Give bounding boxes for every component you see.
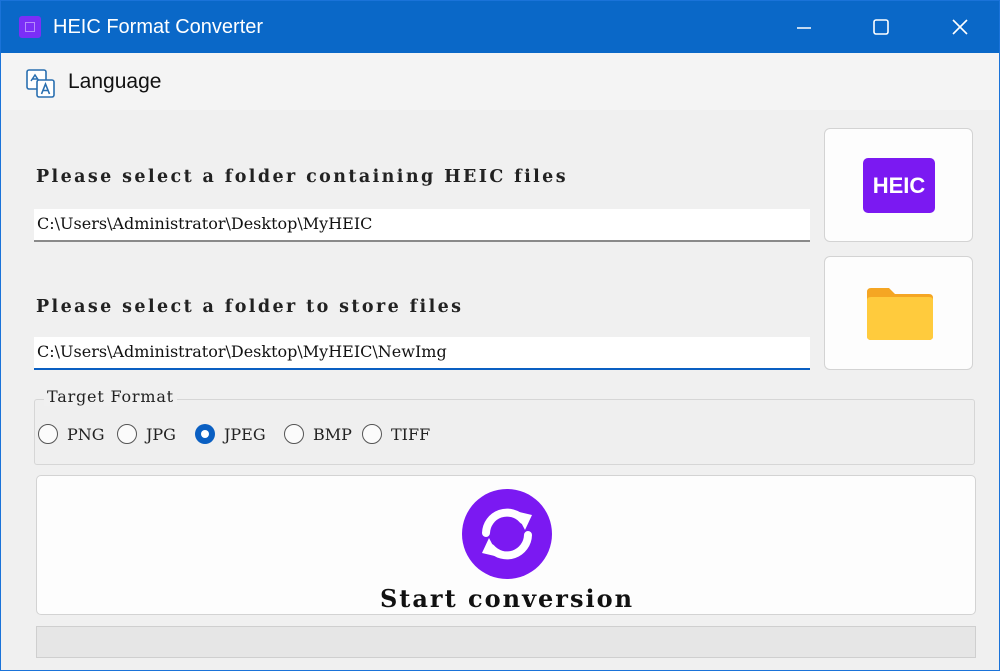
menu-bar: Language	[1, 53, 999, 110]
close-button[interactable]	[923, 1, 997, 53]
source-folder-input[interactable]: C:\Users\Administrator\Desktop\MyHEIC	[34, 209, 810, 242]
output-folder-label: Please select a folder to store files	[36, 297, 464, 317]
radio-circle	[362, 424, 382, 444]
title-bar[interactable]: HEIC Format Converter	[1, 1, 999, 53]
source-folder-label: Please select a folder containing HEIC f…	[36, 167, 568, 187]
output-folder-input[interactable]: C:\Users\Administrator\Desktop\MyHEIC\Ne…	[34, 337, 810, 370]
radio-label-tiff: TIFF	[391, 425, 431, 444]
start-conversion-label: Start conversion	[379, 584, 635, 613]
window-title: HEIC Format Converter	[53, 16, 264, 38]
radio-label-bmp: BMP	[313, 425, 352, 444]
radio-circle	[117, 424, 137, 444]
select-source-button[interactable]: HEIC	[824, 128, 973, 242]
app-icon	[19, 16, 41, 38]
radio-circle-selected	[195, 424, 215, 444]
radio-circle	[284, 424, 304, 444]
language-icon	[26, 69, 55, 98]
app-window: HEIC Format Converter Language Please se…	[0, 0, 1000, 671]
minimize-button[interactable]	[767, 1, 841, 53]
minimize-icon	[797, 27, 811, 29]
close-icon	[952, 19, 968, 35]
radio-label-jpeg: JPEG	[224, 425, 266, 444]
start-conversion-button[interactable]: Start conversion	[36, 475, 976, 615]
select-output-button[interactable]	[824, 256, 973, 370]
radio-label-png: PNG	[67, 425, 105, 444]
progress-bar	[36, 626, 976, 658]
maximize-icon	[873, 19, 889, 35]
sync-icon	[462, 489, 552, 579]
radio-circle	[38, 424, 58, 444]
folder-icon	[867, 288, 933, 340]
maximize-button[interactable]	[844, 1, 918, 53]
target-format-legend: Target Format	[44, 387, 177, 406]
language-label: Language	[68, 70, 162, 93]
heic-file-icon: HEIC	[863, 158, 935, 213]
radio-label-jpg: JPG	[146, 425, 176, 444]
